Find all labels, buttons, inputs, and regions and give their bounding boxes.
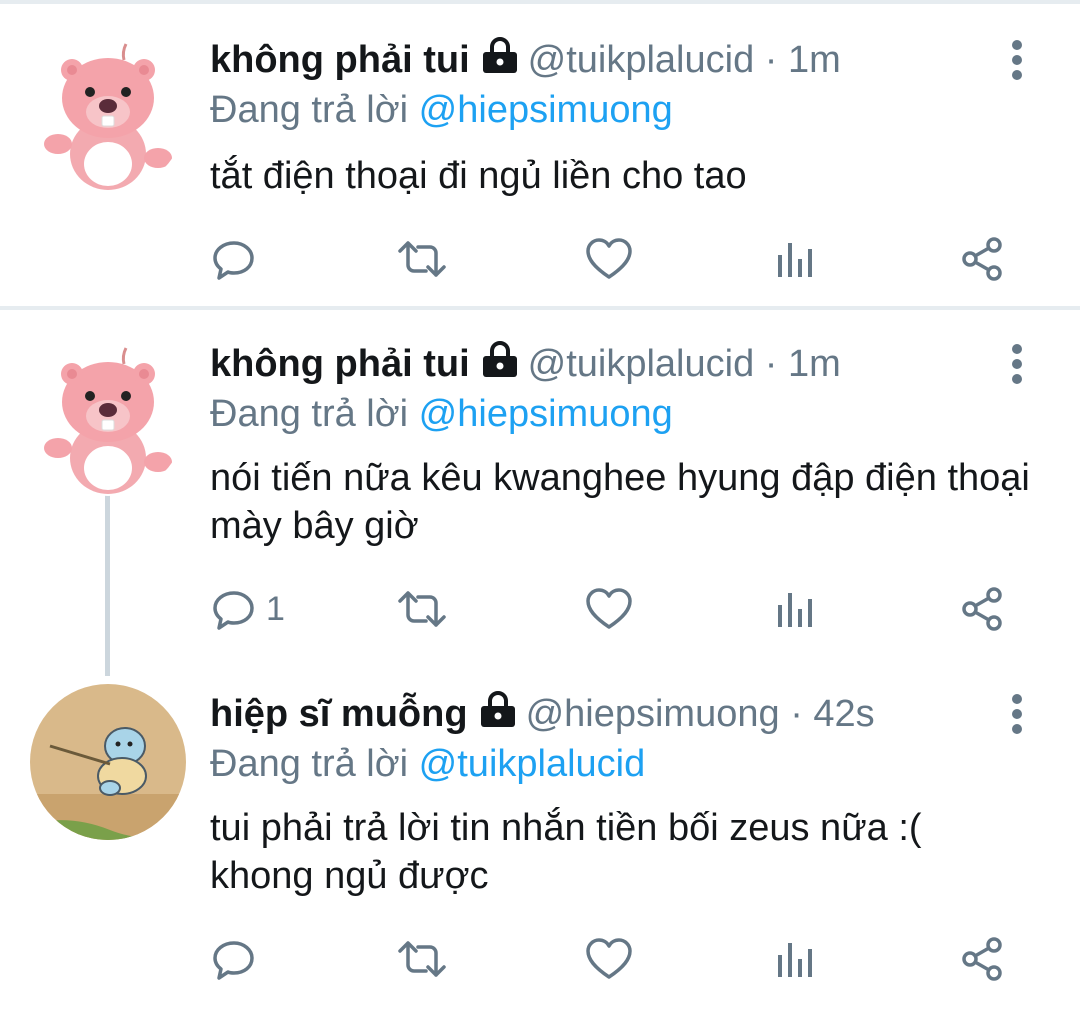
share-button[interactable] bbox=[958, 234, 1006, 284]
analytics-button[interactable] bbox=[774, 934, 818, 984]
analytics-icon bbox=[778, 243, 812, 277]
reply-button[interactable]: 1 bbox=[210, 584, 285, 634]
timestamp[interactable]: · 1m bbox=[765, 343, 841, 385]
tweet-header: không phải tui @tuikplalucid · 1m bbox=[210, 36, 841, 87]
tweet-divider bbox=[0, 306, 1080, 310]
retweet-icon bbox=[398, 941, 446, 977]
analytics-icon bbox=[778, 593, 812, 627]
avatar[interactable] bbox=[30, 36, 186, 192]
kebab-menu-icon bbox=[1012, 40, 1022, 80]
like-icon bbox=[586, 238, 632, 279]
user-handle[interactable]: @tuikplalucid bbox=[528, 39, 755, 81]
like-button[interactable] bbox=[584, 934, 634, 984]
share-button[interactable] bbox=[958, 934, 1006, 984]
more-options-button[interactable] bbox=[1000, 340, 1034, 390]
avatar[interactable] bbox=[30, 684, 186, 840]
retweet-icon bbox=[398, 241, 446, 277]
retweet-icon bbox=[398, 591, 446, 627]
user-handle[interactable]: @tuikplalucid bbox=[528, 343, 755, 385]
like-button[interactable] bbox=[584, 584, 634, 634]
avatar[interactable] bbox=[30, 340, 186, 496]
pink-beaver-avatar-icon bbox=[30, 340, 186, 496]
like-icon bbox=[586, 588, 632, 629]
lock-icon bbox=[480, 341, 520, 391]
tweet[interactable]: không phải tui @tuikplalucid · 1m Đang tr… bbox=[0, 340, 1080, 660]
mention-link[interactable]: @hiepsimuong bbox=[419, 393, 673, 435]
analytics-icon bbox=[778, 943, 812, 977]
more-options-button[interactable] bbox=[1000, 690, 1034, 740]
turtle-drawing-avatar-icon bbox=[30, 684, 186, 840]
tweet-text: tui phải trả lời tin nhắn tiền bối zeus … bbox=[210, 807, 922, 897]
tweet[interactable]: không phải tui @tuikplalucid · 1m Đang tr… bbox=[0, 0, 1080, 306]
reply-button[interactable] bbox=[210, 234, 266, 284]
tweet-actions bbox=[210, 234, 1030, 284]
tweet-text: tắt điện thoại đi ngủ liền cho tao bbox=[210, 155, 747, 197]
tweet-text: nói tiến nữa kêu kwanghee hyung đập điện… bbox=[210, 457, 1030, 547]
share-icon bbox=[962, 937, 1002, 981]
share-button[interactable] bbox=[958, 584, 1006, 634]
display-name[interactable]: hiệp sĩ muỗng bbox=[210, 693, 468, 735]
pink-beaver-avatar-icon bbox=[30, 36, 186, 192]
reply-icon bbox=[213, 941, 254, 980]
tweet-header: không phải tui @tuikplalucid · 1m bbox=[210, 340, 841, 391]
analytics-button[interactable] bbox=[774, 234, 818, 284]
retweet-button[interactable] bbox=[396, 934, 448, 984]
share-icon bbox=[962, 587, 1002, 631]
more-options-button[interactable] bbox=[1000, 36, 1034, 86]
retweet-button[interactable] bbox=[396, 584, 448, 634]
analytics-button[interactable] bbox=[774, 584, 818, 634]
mention-link[interactable]: @hiepsimuong bbox=[419, 89, 673, 131]
lock-icon bbox=[478, 691, 518, 741]
replying-to-label: Đang trả lời bbox=[210, 743, 409, 785]
tweet-header: hiệp sĩ muỗng @hiepsimuong · 42s bbox=[210, 690, 875, 741]
kebab-menu-icon bbox=[1012, 694, 1022, 734]
replying-to: Đang trả lời @tuikplalucid bbox=[210, 740, 645, 788]
kebab-menu-icon bbox=[1012, 344, 1022, 384]
timestamp[interactable]: · 42s bbox=[790, 693, 874, 735]
display-name[interactable]: không phải tui bbox=[210, 343, 470, 385]
user-handle[interactable]: @hiepsimuong bbox=[526, 693, 780, 735]
tweet[interactable]: hiệp sĩ muỗng @hiepsimuong · 42s Đang trả… bbox=[0, 684, 1080, 1011]
mention-link[interactable]: @tuikplalucid bbox=[419, 743, 646, 785]
retweet-button[interactable] bbox=[396, 234, 448, 284]
timestamp[interactable]: · 1m bbox=[765, 39, 841, 81]
reply-count: 1 bbox=[266, 589, 285, 628]
reply-button[interactable] bbox=[210, 934, 266, 984]
replying-to-label: Đang trả lời bbox=[210, 393, 409, 435]
tweet-actions: 1 bbox=[210, 584, 1030, 634]
like-icon bbox=[586, 938, 632, 979]
replying-to-label: Đang trả lời bbox=[210, 89, 409, 131]
share-icon bbox=[962, 237, 1002, 281]
lock-icon bbox=[480, 37, 520, 87]
tweet-actions bbox=[210, 934, 1030, 984]
replying-to: Đang trả lời @hiepsimuong bbox=[210, 390, 673, 438]
replying-to: Đang trả lời @hiepsimuong bbox=[210, 86, 673, 134]
reply-icon bbox=[213, 591, 254, 630]
display-name[interactable]: không phải tui bbox=[210, 39, 470, 81]
like-button[interactable] bbox=[584, 234, 634, 284]
reply-icon bbox=[213, 241, 254, 280]
